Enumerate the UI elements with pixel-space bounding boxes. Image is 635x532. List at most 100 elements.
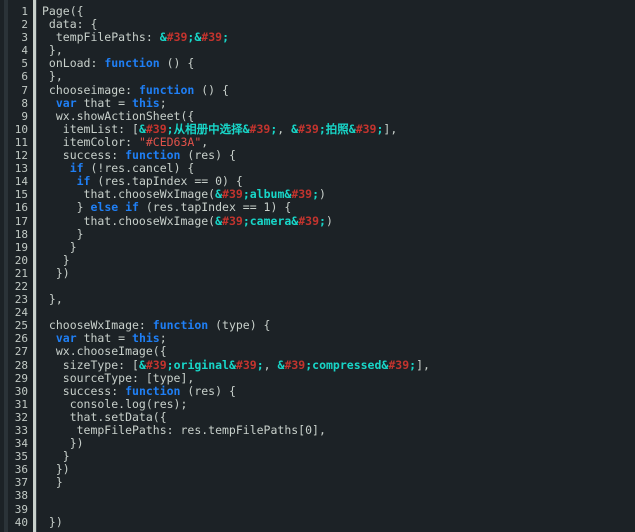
- code-token-plain: tempFilePaths:: [42, 30, 160, 44]
- code-line[interactable]: 37 }: [0, 476, 635, 489]
- code-line-text[interactable]: }): [30, 463, 635, 476]
- code-line-text[interactable]: }): [30, 437, 635, 450]
- code-line[interactable]: 23 },: [0, 293, 635, 306]
- code-token-plain: },: [42, 43, 63, 57]
- code-line-text[interactable]: tempFilePaths: res.tempFilePaths[0],: [30, 424, 635, 437]
- code-token-num: #39: [291, 187, 312, 201]
- code-token-plain: [42, 96, 56, 110]
- code-lines-container[interactable]: 1Page({2 data: {3 tempFilePaths: &#39;&#…: [0, 5, 635, 529]
- code-token-kw: var: [56, 96, 77, 110]
- code-token-plain: that =: [77, 331, 132, 345]
- code-line[interactable]: 17 that.chooseWxImage(&#39;camera&#39;): [0, 215, 635, 228]
- line-number: 27: [0, 345, 30, 358]
- line-number: 13: [0, 162, 30, 175]
- line-number: 4: [0, 44, 30, 57]
- code-token-ent: &: [243, 122, 250, 136]
- code-line-text[interactable]: that.chooseWxImage(&#39;camera&#39;): [30, 215, 635, 228]
- code-line-text[interactable]: }: [30, 228, 635, 241]
- code-line-text[interactable]: tempFilePaths: &#39;&#39;: [30, 31, 635, 44]
- code-snippet-viewer[interactable]: 1Page({2 data: {3 tempFilePaths: &#39;&#…: [0, 0, 635, 532]
- code-line[interactable]: 20 }: [0, 254, 635, 267]
- code-token-ent: ;: [243, 187, 250, 201]
- line-number: 26: [0, 332, 30, 345]
- code-token-kw: function: [153, 318, 208, 332]
- code-token-plain: },: [42, 292, 63, 306]
- code-line[interactable]: 39: [0, 503, 635, 516]
- code-line[interactable]: 33 tempFilePaths: res.tempFilePaths[0],: [0, 424, 635, 437]
- code-token-plain: }: [42, 253, 70, 267]
- code-token-ent: &: [349, 122, 356, 136]
- code-line[interactable]: 35 }: [0, 450, 635, 463]
- line-number: 36: [0, 463, 30, 476]
- code-token-plain: (res.tapIndex == 1) {: [139, 200, 291, 214]
- code-token-kw: function: [139, 83, 194, 97]
- code-token-ent: &: [139, 358, 146, 372]
- code-token-plain: (res) {: [180, 384, 235, 398]
- code-token-num: #39: [167, 30, 188, 44]
- code-line-text[interactable]: Page({: [30, 5, 635, 18]
- code-token-plain: }: [42, 200, 90, 214]
- code-token-ent: ;: [167, 358, 174, 372]
- code-line[interactable]: 36 }): [0, 463, 635, 476]
- line-number: 19: [0, 241, 30, 254]
- code-line[interactable]: 18 }: [0, 228, 635, 241]
- code-token-plain: ;: [160, 331, 167, 345]
- code-token-kw: var: [56, 331, 77, 345]
- code-token-ent: &: [229, 358, 236, 372]
- line-number: 21: [0, 267, 30, 280]
- code-line[interactable]: 40 }): [0, 516, 635, 529]
- code-line-text[interactable]: }: [30, 476, 635, 489]
- code-token-kw: this: [132, 331, 160, 345]
- code-line-text[interactable]: }: [30, 241, 635, 254]
- code-token-num: #39: [298, 214, 319, 228]
- code-token-ent: &: [160, 30, 167, 44]
- code-token-plain: [42, 161, 70, 175]
- line-number: 5: [0, 57, 30, 70]
- code-token-plain: that.setData({: [42, 410, 167, 424]
- code-line-text[interactable]: }: [30, 254, 635, 267]
- line-number: 22: [0, 280, 30, 293]
- code-token-num: #39: [356, 122, 377, 136]
- code-token-ent: ;: [312, 187, 319, 201]
- code-token-ent: ;: [257, 358, 264, 372]
- code-token-plain: tempFilePaths: res.tempFilePaths[0],: [42, 423, 326, 437]
- line-number: 23: [0, 293, 30, 306]
- code-token-plain: that.chooseWxImage(: [42, 187, 215, 201]
- code-token-cjk: 从相册中选择: [174, 122, 243, 136]
- line-number: 14: [0, 175, 30, 188]
- code-token-num: #39: [201, 30, 222, 44]
- code-line[interactable]: 3 tempFilePaths: &#39;&#39;: [0, 31, 635, 44]
- code-token-plain: [42, 331, 56, 345]
- line-number: 7: [0, 84, 30, 97]
- code-token-ent: &: [291, 122, 298, 136]
- code-line[interactable]: 38: [0, 489, 635, 502]
- code-token-ent: &: [215, 214, 222, 228]
- line-number: 30: [0, 385, 30, 398]
- code-line-text[interactable]: }: [30, 450, 635, 463]
- code-line-text[interactable]: }): [30, 516, 635, 529]
- code-line[interactable]: 34 }): [0, 437, 635, 450]
- line-number: 32: [0, 411, 30, 424]
- code-token-plain: that.chooseWxImage(: [42, 214, 215, 228]
- code-line[interactable]: 19 }: [0, 241, 635, 254]
- code-token-plain: }): [42, 436, 84, 450]
- code-line[interactable]: 22: [0, 280, 635, 293]
- code-line[interactable]: 21 }): [0, 267, 635, 280]
- code-token-cyan: compressed: [312, 358, 381, 372]
- code-token-plain: }): [42, 515, 63, 529]
- line-number: 37: [0, 476, 30, 489]
- code-token-num: #39: [146, 122, 167, 136]
- code-token-cyan: camera: [250, 214, 292, 228]
- code-token-plain: ): [326, 214, 333, 228]
- code-token-num: #39: [222, 214, 243, 228]
- code-line-text[interactable]: onLoad: function () {: [30, 57, 635, 70]
- code-token-plain: chooseWxImage:: [42, 318, 153, 332]
- code-line-text[interactable]: }): [30, 267, 635, 280]
- code-line-text[interactable]: },: [30, 293, 635, 306]
- code-token-plain: ,: [277, 122, 291, 136]
- code-token-ent: &: [215, 187, 222, 201]
- code-token-num: #39: [284, 358, 305, 372]
- code-token-cjk: 拍照: [326, 122, 349, 136]
- code-line[interactable]: 5 onLoad: function () {: [0, 57, 635, 70]
- code-token-plain: }: [42, 240, 77, 254]
